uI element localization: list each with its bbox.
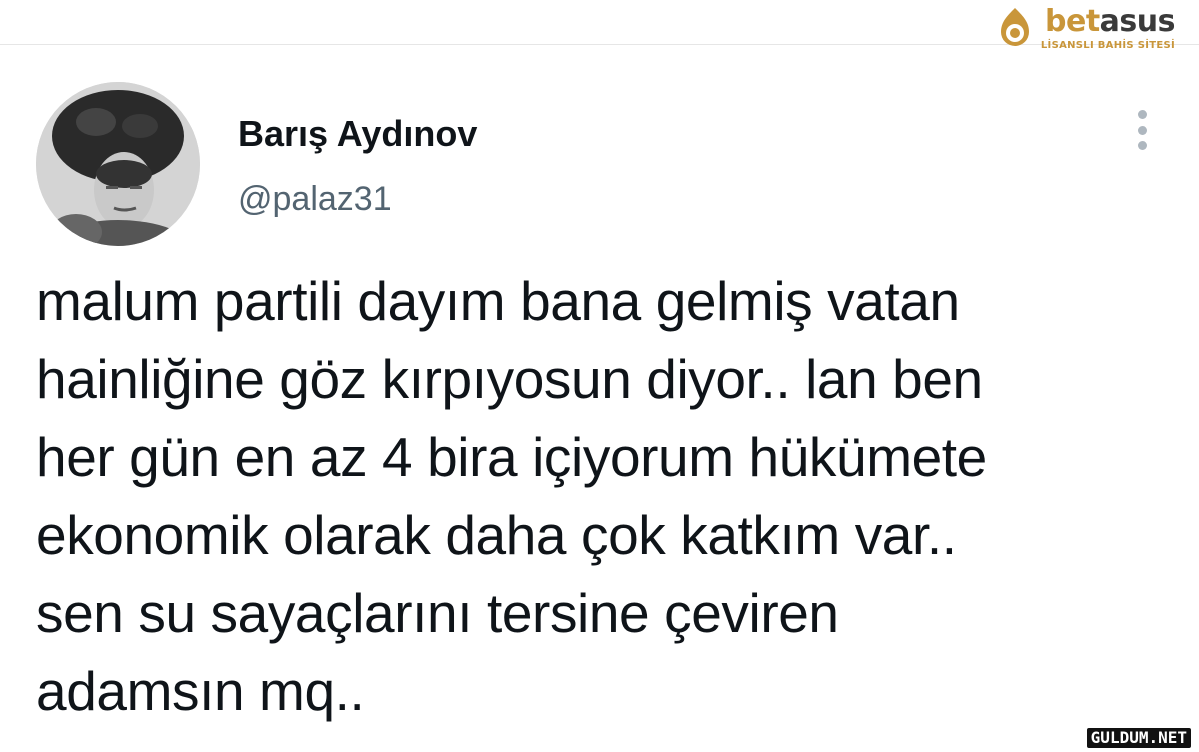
- tweet-line: her gün en az 4 bira içiyorum hükümete: [36, 426, 987, 488]
- more-options-button[interactable]: [1126, 106, 1158, 154]
- avatar-photo: [36, 82, 200, 246]
- site-watermark: GULDUM.NET: [1086, 728, 1191, 748]
- tweet-line: malum partili dayım bana gelmiş vatan: [36, 270, 960, 332]
- avatar[interactable]: [36, 82, 200, 246]
- brand-tagline: LİSANSLI BAHİS SİTESİ: [1040, 40, 1175, 51]
- brand-name: betasus: [1045, 4, 1176, 39]
- brand-name-part1: bet: [1045, 4, 1100, 39]
- tweet-line: ekonomik olarak daha çok katkım var..: [36, 504, 957, 566]
- brand-logo: betasus LİSANSLI BAHİS SİTESİ: [993, 4, 1176, 51]
- user-handle[interactable]: @palaz31: [238, 178, 392, 220]
- more-vertical-icon-dot: [1137, 110, 1147, 119]
- brand-mark-icon: [1000, 8, 1029, 46]
- more-vertical-icon-dot: [1137, 141, 1147, 150]
- display-name[interactable]: Barış Aydınov: [238, 112, 477, 156]
- tweet-line: sen su sayaçlarını tersine çeviren: [36, 582, 839, 644]
- more-vertical-icon-dot: [1137, 125, 1147, 135]
- brand-name-part2: asus: [1099, 4, 1176, 39]
- tweet-text: malum partili dayım bana gelmiş vatan ha…: [36, 262, 1166, 730]
- tweet-line: adamsın mq..: [36, 660, 365, 722]
- tweet-line: hainliğine göz kırpıyosun diyor.. lan be…: [36, 348, 983, 410]
